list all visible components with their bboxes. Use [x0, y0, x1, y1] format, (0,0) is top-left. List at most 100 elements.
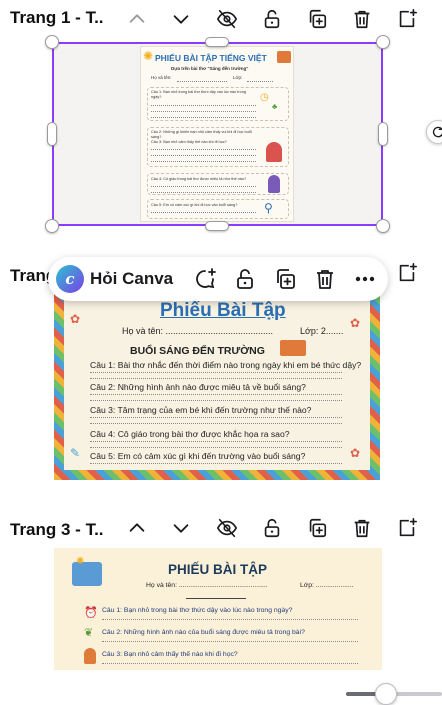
question-1: Câu 1: Bạn nhỏ trong bài thơ thức dậy và…: [102, 607, 293, 614]
resize-handle-bottom[interactable]: [205, 221, 229, 231]
resize-handle-top[interactable]: [205, 37, 229, 47]
hide-page-button[interactable]: [214, 515, 240, 541]
school-icon: [277, 51, 291, 63]
more-options-button[interactable]: [351, 265, 379, 293]
eye-off-icon: [216, 518, 238, 538]
trash-icon: [354, 519, 370, 538]
name-label: Họ và tên: .............................…: [122, 326, 274, 336]
class-label: Lớp:: [233, 75, 243, 80]
question-box-1: Câu 1: Bạn nhỏ trong bài thơ thức dậy và…: [147, 87, 289, 121]
duplicate-icon: [309, 518, 327, 538]
flower-icon: ✿: [350, 446, 361, 460]
page-3-title[interactable]: Trang 3 - T..: [10, 520, 104, 540]
flower-icon: ✿: [70, 312, 81, 326]
add-page-button-2[interactable]: [394, 260, 420, 286]
page-3-canvas[interactable]: ✺ PHIẾU BÀI TẬP Họ và tên: .............…: [54, 548, 382, 670]
canva-ai-icon[interactable]: c: [56, 265, 84, 293]
page-2-canvas[interactable]: ✿ ✿ ✿ ✎ Phiếu Bài Tập Họ và tên: .......…: [54, 286, 380, 480]
duplicate-page-button[interactable]: [304, 6, 330, 32]
duplicate-icon: [277, 269, 295, 289]
question-2: Câu 2: Những hình ảnh nào được miêu tả v…: [90, 382, 306, 392]
name-label: Họ và tên:: [151, 75, 172, 80]
more-icon: [355, 276, 375, 282]
question-box-4: Câu 4: Cô giáo trong bài thơ được miêu t…: [147, 173, 289, 195]
delete-page-button[interactable]: [349, 515, 375, 541]
add-page-icon: [399, 263, 417, 282]
add-page-icon: [399, 9, 417, 28]
resize-handle-top-right[interactable]: [376, 35, 390, 49]
delete-page-button[interactable]: [349, 6, 375, 32]
question-3: Câu 3: Bạn nhỏ cảm thấy thế nào khi đi h…: [151, 140, 227, 144]
add-page-icon: [399, 518, 417, 537]
chevron-up-icon: [129, 523, 145, 532]
question-4: Câu 4: Cô giáo trong bài thơ được miêu t…: [151, 177, 247, 181]
pencil-icon: ✎: [70, 446, 81, 460]
add-page-button[interactable]: [394, 515, 420, 541]
chevron-down-icon: [173, 524, 189, 533]
student-icon: [266, 142, 282, 162]
trash-icon: [354, 10, 370, 29]
worksheet-heading: BUỔI SÁNG ĐẾN TRƯỜNG: [130, 345, 265, 357]
add-page-button[interactable]: [394, 6, 420, 32]
worksheet-title: Phiếu Bài Tập: [160, 300, 286, 321]
rotate-handle[interactable]: [426, 120, 442, 144]
resize-handle-bottom-right[interactable]: [376, 219, 390, 233]
magnifier-icon: ⚲: [264, 201, 273, 215]
sun-icon: ✺: [143, 49, 154, 63]
page-1-worksheet: PHIẾU BÀI TẬP TIẾNG VIỆT ✺ Dựa trên bài …: [140, 46, 294, 222]
worksheet-title: PHIẾU BÀI TẬP TIẾNG VIỆT: [155, 53, 267, 63]
question-2: Câu 2: Những gì khiến bạn nhỏ cảm thấy v…: [151, 130, 252, 139]
unlock-icon: [264, 9, 280, 29]
duplicate-page-button[interactable]: [304, 515, 330, 541]
clock-icon: ◷: [260, 92, 269, 103]
name-label: Họ và tên: .............................…: [146, 582, 268, 589]
flower-icon: ✿: [350, 316, 361, 330]
context-toolbar: c Hỏi Canva: [48, 257, 388, 301]
delete-button[interactable]: [311, 265, 339, 293]
chevron-down-icon: [173, 15, 189, 24]
question-box-2: Câu 2: Những gì khiến bạn nhỏ cảm thấy v…: [147, 127, 289, 167]
move-down-button[interactable]: [168, 6, 194, 32]
page-1-canvas[interactable]: PHIẾU BÀI TẬP TIẾNG VIỆT ✺ Dựa trên bài …: [52, 42, 383, 226]
duplicate-button[interactable]: [271, 265, 299, 293]
duplicate-icon: [309, 9, 327, 29]
question-box-5: Câu 5: Em có cảm xúc gì khi đi học vào b…: [147, 199, 289, 219]
unlock-icon: [264, 518, 280, 538]
leaf-icon: ❦: [84, 627, 94, 639]
teacher-icon: [268, 175, 280, 193]
question-5: Câu 5: Em có cảm xúc gì khi đến trường v…: [90, 451, 306, 461]
school-icon: [280, 340, 306, 356]
question-3: Câu 3: Tâm trạng của em bé khi đến trườn…: [90, 405, 312, 415]
add-comment-icon: [196, 268, 216, 289]
worksheet-subtitle: Dựa trên bài thơ "Sáng đến trường": [171, 66, 249, 71]
question-3: Câu 3: Bạn nhỏ cảm thấy thế nào khi đi h…: [102, 651, 238, 658]
lock-page-button[interactable]: [259, 6, 285, 32]
page-1-title[interactable]: Trang 1 - T..: [10, 8, 104, 28]
zoom-slider-thumb[interactable]: [375, 683, 398, 705]
page-1-header: Trang 1 - T..: [0, 0, 442, 38]
divider: [186, 598, 246, 599]
class-label: Lớp: 2.......: [300, 326, 344, 336]
lock-page-button[interactable]: [259, 515, 285, 541]
move-up-button[interactable]: [124, 6, 150, 32]
resize-handle-bottom-left[interactable]: [45, 219, 59, 233]
question-2: Câu 2: Những hình ảnh nào của buổi sáng …: [102, 629, 305, 636]
class-label: Lớp: ....................: [300, 582, 354, 589]
chevron-up-icon: [129, 14, 145, 23]
resize-handle-right[interactable]: [378, 122, 388, 146]
plant-icon: ♣: [272, 102, 278, 111]
question-5: Câu 5: Em có cảm xúc gì khi đi học vào b…: [151, 203, 238, 207]
ask-canva-button[interactable]: Hỏi Canva: [90, 269, 173, 289]
sun-icon: ✺: [76, 556, 85, 567]
resize-handle-top-left[interactable]: [45, 35, 59, 49]
hide-page-button[interactable]: [214, 6, 240, 32]
rotate-icon: [432, 126, 442, 138]
resize-handle-left[interactable]: [47, 122, 57, 146]
comment-button[interactable]: [191, 265, 219, 293]
question-1: Câu 1: Bạn nhỏ trong bài thơ thức dậy và…: [151, 90, 246, 99]
move-down-button[interactable]: [168, 515, 194, 541]
question-4: Câu 4: Cô giáo trong bài thơ được khắc h…: [90, 429, 290, 439]
unlock-icon: [237, 269, 253, 289]
lock-button[interactable]: [231, 265, 259, 293]
move-up-button[interactable]: [124, 515, 150, 541]
